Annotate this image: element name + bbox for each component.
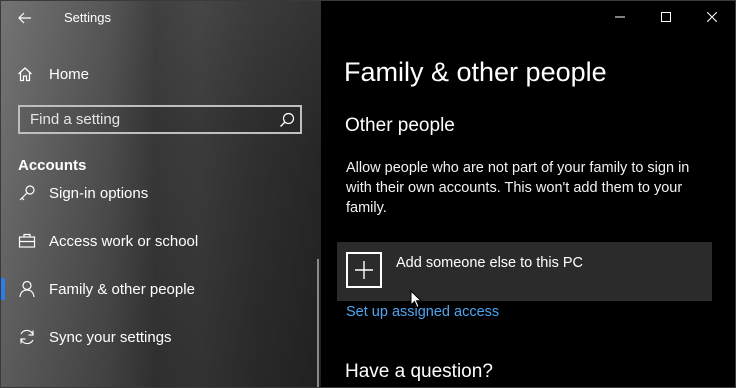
maximize-icon	[661, 12, 671, 22]
search-box[interactable]	[18, 105, 302, 134]
sidebar-item-family[interactable]: Family & other people	[1, 269, 321, 309]
page-title: Family & other people	[344, 57, 607, 87]
question-heading: Have a question?	[345, 361, 493, 382]
sidebar-item-label: Sign-in options	[49, 184, 149, 202]
minimize-button[interactable]	[597, 1, 643, 33]
home-label: Home	[49, 65, 90, 83]
settings-window: Settings Home Accounts Sign-in options	[0, 0, 736, 388]
assigned-access-link[interactable]: Set up assigned access	[346, 304, 499, 320]
sidebar-item-sign-in-options[interactable]: Sign-in options	[1, 183, 321, 213]
add-someone-label: Add someone else to this PC	[396, 255, 583, 271]
mouse-cursor-icon	[410, 290, 422, 309]
close-button[interactable]	[689, 1, 735, 33]
sidebar-item-label: Access work or school	[49, 232, 199, 250]
sidebar-item-label: Sync your settings	[49, 328, 172, 346]
sidebar-item-access-work[interactable]: Access work or school	[1, 221, 321, 261]
home-icon	[18, 67, 32, 82]
accounts-section-heading: Accounts	[18, 157, 87, 174]
app-title: Settings	[64, 10, 111, 25]
section-description: Allow people who are not part of your fa…	[346, 160, 690, 216]
minimize-icon	[615, 16, 625, 18]
active-indicator	[1, 278, 5, 300]
search-icon[interactable]	[278, 111, 296, 129]
caption-buttons	[597, 1, 735, 33]
close-icon	[707, 12, 717, 22]
content-pane: Family & other people Other people Allow…	[321, 1, 735, 387]
sidebar-item-sync[interactable]: Sync your settings	[1, 317, 321, 357]
plus-icon	[346, 252, 382, 288]
nav-scrollbar[interactable]	[317, 259, 319, 387]
home-nav-item[interactable]: Home	[17, 63, 89, 85]
sync-icon	[20, 329, 34, 345]
search-input[interactable]	[20, 107, 270, 132]
sidebar-item-label: Family & other people	[49, 280, 195, 298]
briefcase-icon	[18, 233, 36, 248]
back-arrow-icon	[18, 12, 31, 24]
key-icon	[19, 185, 35, 201]
section-title: Other people	[345, 115, 455, 136]
back-button[interactable]	[11, 7, 39, 29]
add-someone-button[interactable]: Add someone else to this PC	[337, 242, 712, 301]
maximize-button[interactable]	[643, 1, 689, 33]
navigation-pane: Settings Home Accounts Sign-in options	[1, 1, 321, 387]
person-icon	[19, 280, 35, 298]
